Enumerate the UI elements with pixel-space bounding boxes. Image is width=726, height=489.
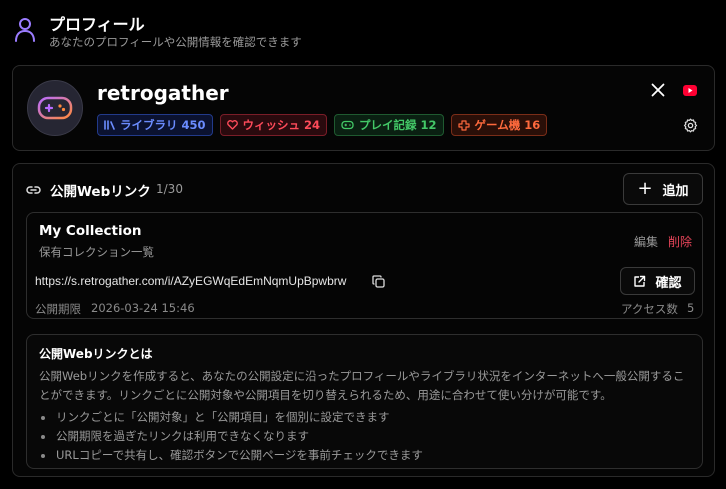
badge-library[interactable]: ライブラリ 450: [97, 114, 213, 136]
expiry-label: 公開期限: [35, 302, 81, 316]
badge-play-records[interactable]: プレイ記録 12: [334, 114, 444, 136]
public-links-title: 公開Webリンク: [50, 184, 151, 200]
list-item: リンクごとに「公開対象」と「公開項目」を個別に設定できます: [39, 408, 423, 427]
page-subtitle: あなたのプロフィールや公開情報を確認できます: [49, 35, 302, 49]
external-link-icon: [634, 275, 646, 287]
plus-icon: +: [637, 178, 653, 199]
gamepad-icon: [37, 96, 73, 120]
page-header: プロフィール あなたのプロフィールや公開情報を確認できます: [14, 10, 714, 54]
x-icon[interactable]: [651, 83, 665, 97]
link-item: My Collection 保有コレクション一覧 編集 削除 https://s…: [26, 212, 703, 319]
page-title: プロフィール: [49, 15, 145, 34]
badge-wishlist-label: ウィッシュ 24: [242, 118, 321, 132]
access-count-label: アクセス数: [621, 302, 678, 316]
avatar: [27, 80, 83, 136]
badge-wishlist[interactable]: ウィッシュ 24: [219, 114, 328, 136]
gamepad-icon: [341, 120, 354, 130]
add-link-label: 追加: [662, 183, 689, 199]
badge-play-label: プレイ記録 12: [359, 118, 437, 132]
badge-library-label: ライブラリ 450: [120, 118, 206, 132]
confirm-link-label: 確認: [655, 275, 682, 291]
user-icon: [15, 18, 35, 42]
badge-console-label: ゲーム機 16: [474, 118, 541, 132]
link-item-title: My Collection: [39, 223, 142, 239]
edit-link-button[interactable]: 編集: [634, 233, 658, 250]
heart-icon: [226, 120, 238, 130]
add-link-button[interactable]: + 追加: [623, 173, 703, 205]
list-item: 公開期限を過ぎたリンクは利用できなくなります: [39, 427, 423, 446]
confirm-link-button[interactable]: 確認: [620, 267, 695, 295]
link-item-description: 保有コレクション一覧: [39, 245, 154, 259]
library-icon: [104, 120, 115, 130]
profile-card: retrogather ライブラリ 450 ウィッシュ 24 プレイ記録 12: [12, 65, 715, 151]
access-count-value: 5: [687, 301, 695, 315]
public-links-count: 1/30: [156, 182, 183, 196]
console-icon: [457, 119, 470, 131]
badge-consoles[interactable]: ゲーム機 16: [450, 114, 548, 136]
public-links-card: 公開Webリンク 1/30 + 追加 My Collection 保有コレクショ…: [12, 163, 715, 477]
youtube-icon[interactable]: [683, 85, 697, 96]
link-url[interactable]: https://s.retrogather.com/i/AZyEGWqEdEmN…: [35, 274, 346, 288]
info-body: 公開Webリンクを作成すると、あなたの公開設定に沿ったプロフィールやライブラリ状…: [39, 369, 685, 402]
list-item: URLコピーで共有し、確認ボタンで公開ページを事前チェックできます: [39, 446, 423, 465]
delete-link-button[interactable]: 削除: [668, 233, 692, 250]
profile-badges: ライブラリ 450 ウィッシュ 24 プレイ記録 12 ゲーム機 16: [97, 114, 548, 136]
info-box: 公開Webリンクとは 公開Webリンクを作成すると、あなたの公開設定に沿ったプロ…: [26, 334, 703, 469]
info-title: 公開Webリンクとは: [39, 347, 153, 361]
username: retrogather: [97, 81, 229, 105]
link-icon: [26, 186, 41, 194]
copy-icon[interactable]: [372, 275, 385, 288]
info-bullet-list: リンクごとに「公開対象」と「公開項目」を個別に設定できます 公開期限を過ぎたリン…: [39, 408, 423, 465]
gear-icon[interactable]: [683, 118, 698, 133]
expiry-value: 2026-03-24 15:46: [91, 301, 195, 315]
